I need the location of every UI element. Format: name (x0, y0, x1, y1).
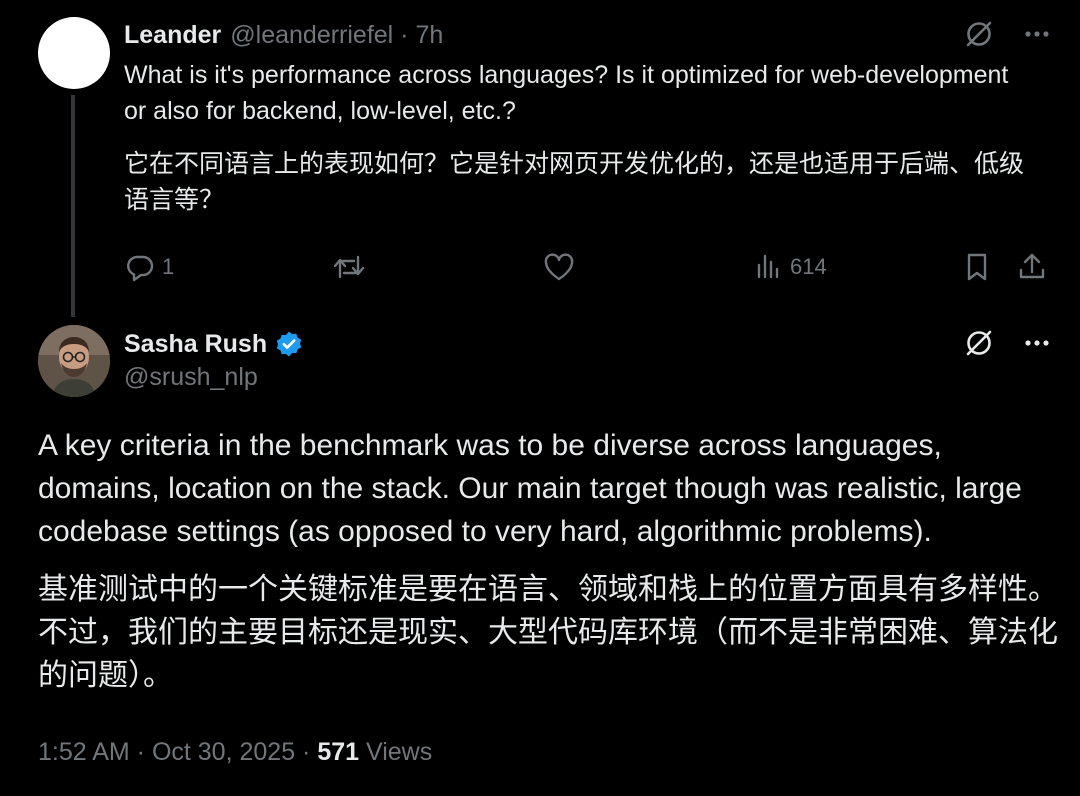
author-name[interactable]: Sasha Rush (124, 330, 267, 359)
reply-bubble-icon (124, 251, 156, 283)
tweet-text-zh: 基准测试中的一个关键标准是要在语言、领域和栈上的位置方面具有多样性。不过，我们的… (38, 573, 1058, 692)
bookmark-button[interactable] (962, 248, 992, 286)
more-horizontal-icon[interactable] (1024, 328, 1050, 358)
avatar[interactable] (38, 17, 110, 89)
tweet-timestamp[interactable]: 1:52 AM · Oct 30, 2025 · (38, 738, 317, 766)
tweet-thread-page: Leander @leanderriefel · 7h What is it's… (0, 0, 1080, 796)
author-handle[interactable]: @srush_nlp (124, 363, 258, 392)
reply-text-en: What is it's performance across language… (124, 61, 1009, 125)
author-name[interactable]: Leander (124, 21, 221, 50)
reply-tweet[interactable]: Leander @leanderriefel · 7h What is it's… (0, 0, 1080, 317)
grok-slash-icon[interactable] (964, 328, 994, 358)
views-count: 614 (790, 254, 827, 279)
tweet-meta: 1:52 AM · Oct 30, 2025 · 571 Views (38, 738, 432, 767)
reply-author-header: Leander @leanderriefel · 7h (124, 18, 443, 52)
reply-count: 1 (162, 254, 175, 279)
share-icon (1017, 251, 1047, 283)
retweet-icon (332, 251, 366, 283)
reply-text-zh: 它在不同语言上的表现如何？它是针对网页开发优化的，还是也适用于后端、低级语言等？ (124, 150, 1025, 214)
avatar[interactable] (38, 325, 110, 397)
thread-connector-line (71, 95, 75, 317)
views-button[interactable]: 614 (754, 248, 827, 286)
reply-top-actions (964, 19, 1050, 49)
share-button[interactable] (1017, 248, 1047, 286)
views-label: Views (359, 738, 433, 766)
tweet-text-en: A key criteria in the benchmark was to b… (38, 429, 1022, 548)
reply-action-bar: 1 614 (124, 248, 1052, 286)
heart-icon (542, 251, 576, 283)
main-author-header: Sasha Rush (124, 326, 303, 362)
bookmark-icon (962, 251, 992, 283)
retweet-button[interactable] (332, 248, 372, 286)
author-handle-time[interactable]: @leanderriefel · 7h (230, 21, 443, 50)
views-chart-icon (754, 251, 784, 283)
views-count: 571 (317, 738, 360, 766)
more-horizontal-icon[interactable] (1024, 19, 1050, 49)
verified-badge-icon (275, 330, 303, 358)
like-button[interactable] (542, 248, 582, 286)
grok-slash-icon[interactable] (964, 19, 994, 49)
main-top-actions (964, 328, 1050, 358)
reply-button[interactable]: 1 (124, 248, 174, 286)
